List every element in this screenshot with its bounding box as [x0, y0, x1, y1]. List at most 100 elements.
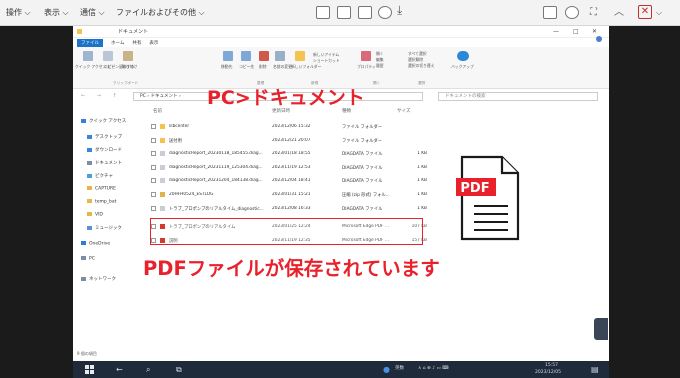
- nav-item[interactable]: ミュージック: [87, 225, 122, 231]
- nav-item-label: ダウンロード: [95, 148, 122, 153]
- nav-item[interactable]: クイック アクセス: [81, 118, 126, 124]
- back-icon[interactable]: ←: [116, 365, 123, 374]
- row-checkbox[interactable]: [151, 205, 156, 211]
- file-row[interactable]: diagnosticReport_20230118_185455.diag...…: [145, 149, 435, 159]
- new-folder-icon[interactable]: [295, 51, 305, 61]
- copy-to-icon[interactable]: [241, 51, 251, 61]
- file-date: 2023/01/18 18:55: [272, 151, 311, 157]
- file-date: 2023/11/19 12:53: [272, 164, 311, 170]
- group-open: 開く: [373, 81, 381, 85]
- nav-item[interactable]: ドキュメント: [87, 160, 122, 166]
- ribbon-label-invert[interactable]: 選択の切り替え: [408, 63, 435, 69]
- notification-icon[interactable]: ▤: [591, 365, 599, 374]
- search-input[interactable]: ドキュメントの検索: [438, 92, 598, 101]
- row-checkbox[interactable]: [151, 164, 156, 170]
- download-icon[interactable]: ⤓: [397, 4, 402, 17]
- nav-item[interactable]: temp_bat: [87, 199, 116, 205]
- nav-arrows-icon[interactable]: ← → ↑: [81, 93, 122, 99]
- copy-icon[interactable]: [103, 51, 113, 61]
- nav-item-label: OneDrive: [89, 241, 111, 247]
- ribbon-label-rename: 名前の変更: [273, 64, 292, 69]
- tray-icons[interactable]: ∧ ⌂ ⊕ ♪ ▭ ⌨: [418, 366, 449, 371]
- file-date: 2023/12/08 16:33: [272, 205, 311, 211]
- row-checkbox[interactable]: [151, 178, 156, 184]
- file-row[interactable]: diagnosticReport_20231204_184138.diag...…: [145, 176, 435, 186]
- menu-operation[interactable]: 操作 ⌵: [6, 7, 31, 18]
- ime-mode[interactable]: 英数: [395, 366, 404, 371]
- nav-item-label: temp_bat: [95, 199, 117, 205]
- backup-cloud-icon[interactable]: [457, 51, 469, 61]
- row-checkbox[interactable]: [151, 151, 156, 157]
- nav-item-icon: [81, 256, 86, 260]
- row-checkbox[interactable]: [151, 124, 156, 129]
- file-row[interactable]: diagnosticReport_20231119_125304.diag...…: [145, 163, 435, 173]
- minimize-button[interactable]: —: [553, 26, 559, 38]
- user-icon[interactable]: ●: [383, 365, 390, 374]
- file-name: diagnosticReport_20230118_185455.diag...: [169, 151, 263, 157]
- menu-communication[interactable]: 通信 ⌵: [80, 7, 105, 18]
- maximize-button[interactable]: □: [573, 26, 579, 38]
- taskbar-search-icon[interactable]: ⌕: [146, 365, 150, 374]
- file-name: トラブ_プロポンプのリアルタイム_diagnostic...: [169, 206, 264, 212]
- nav-item[interactable]: OneDrive: [81, 241, 110, 247]
- close-menu-chevron-icon[interactable]: ⌵: [656, 6, 662, 19]
- file-name: lilbcenter: [169, 124, 190, 129]
- nav-item[interactable]: CAPTURE: [87, 186, 116, 192]
- file-name: diagnosticReport_20231119_125304.diag...: [169, 164, 263, 170]
- nav-item-icon: [87, 186, 92, 190]
- move-to-icon[interactable]: [223, 51, 233, 61]
- col-size[interactable]: サイズ: [397, 108, 410, 114]
- location-callout: PC>ドキュメント: [207, 87, 365, 109]
- row-checkbox[interactable]: [151, 192, 156, 197]
- nav-item-icon: [87, 212, 92, 216]
- task-view-icon[interactable]: ⧉: [176, 365, 182, 374]
- file-type: DIAGDATA ファイル: [342, 206, 383, 212]
- menu-view[interactable]: 表示 ⌵: [44, 7, 69, 18]
- nav-item[interactable]: デスクトップ: [87, 134, 122, 140]
- menu-files-and-more[interactable]: ファイルおよびその他 ⌵: [116, 7, 205, 18]
- ribbon-label-history[interactable]: 履歴: [376, 63, 384, 69]
- paste-icon[interactable]: [123, 51, 133, 61]
- row-checkbox[interactable]: [151, 137, 156, 143]
- tab-file[interactable]: ファイル: [77, 38, 103, 47]
- side-panel-tab[interactable]: [594, 318, 608, 340]
- file-type: DIAGDATA ファイル: [342, 179, 383, 185]
- chat-icon[interactable]: [543, 6, 557, 19]
- screen-icon[interactable]: [337, 6, 351, 19]
- chevron-up-icon[interactable]: ︿: [614, 6, 624, 19]
- file-name: diagnosticReport_20231204_184138.diag...: [169, 178, 263, 184]
- file-row[interactable]: lilbcenter 2023/12/06 15:32 ファイル フォルダー: [145, 122, 435, 132]
- delete-icon[interactable]: [259, 51, 269, 61]
- help-dot-icon[interactable]: [596, 36, 602, 42]
- file-type: ファイル フォルダー: [342, 125, 383, 130]
- close-session-button[interactable]: ✕: [638, 5, 652, 19]
- remote-screen: ドキュメント — □ ✕ ファイル ホーム 共有 表示 クイック アクセス にピ…: [73, 26, 609, 378]
- fullscreen-icon[interactable]: ⛶: [590, 6, 597, 19]
- tab-share[interactable]: 共有: [132, 40, 141, 46]
- nav-item[interactable]: ダウンロード: [87, 147, 122, 153]
- nav-item-icon: [87, 160, 92, 165]
- tab-view[interactable]: 表示: [149, 40, 158, 46]
- keyboard-icon[interactable]: [316, 6, 330, 19]
- settings-icon[interactable]: [565, 6, 579, 19]
- ribbon-label-shortcut[interactable]: ショートカット: [313, 58, 340, 64]
- properties-icon[interactable]: [361, 51, 371, 61]
- lock-icon[interactable]: [358, 6, 372, 19]
- file-row[interactable]: 20HFH0524_ESTLOG 2023/01/31 15:21 圧縮 (zip …: [145, 190, 435, 200]
- rename-icon[interactable]: [275, 51, 285, 61]
- nav-item[interactable]: ネットワーク: [81, 276, 116, 282]
- nav-item[interactable]: VID: [87, 212, 103, 218]
- nav-item[interactable]: ピクチャ: [87, 173, 113, 179]
- pin-icon[interactable]: [83, 51, 93, 61]
- col-name[interactable]: 名前: [153, 108, 162, 114]
- window-title: ドキュメント: [118, 29, 149, 35]
- start-icon[interactable]: [85, 365, 94, 374]
- file-row[interactable]: 送付用 2023/12/21 20:07 ファイル フォルダー: [145, 136, 435, 146]
- camera-icon[interactable]: [378, 6, 392, 19]
- nav-item-icon: [87, 173, 92, 178]
- nav-item-label: VID: [95, 212, 103, 218]
- file-row[interactable]: トラブ_プロポンプのリアルタイム_diagnostic... 2023/12/08…: [145, 204, 435, 214]
- tab-home[interactable]: ホーム: [111, 40, 124, 46]
- file-date: 2023/12/04 18:41: [272, 178, 311, 184]
- nav-item[interactable]: PC: [81, 256, 95, 262]
